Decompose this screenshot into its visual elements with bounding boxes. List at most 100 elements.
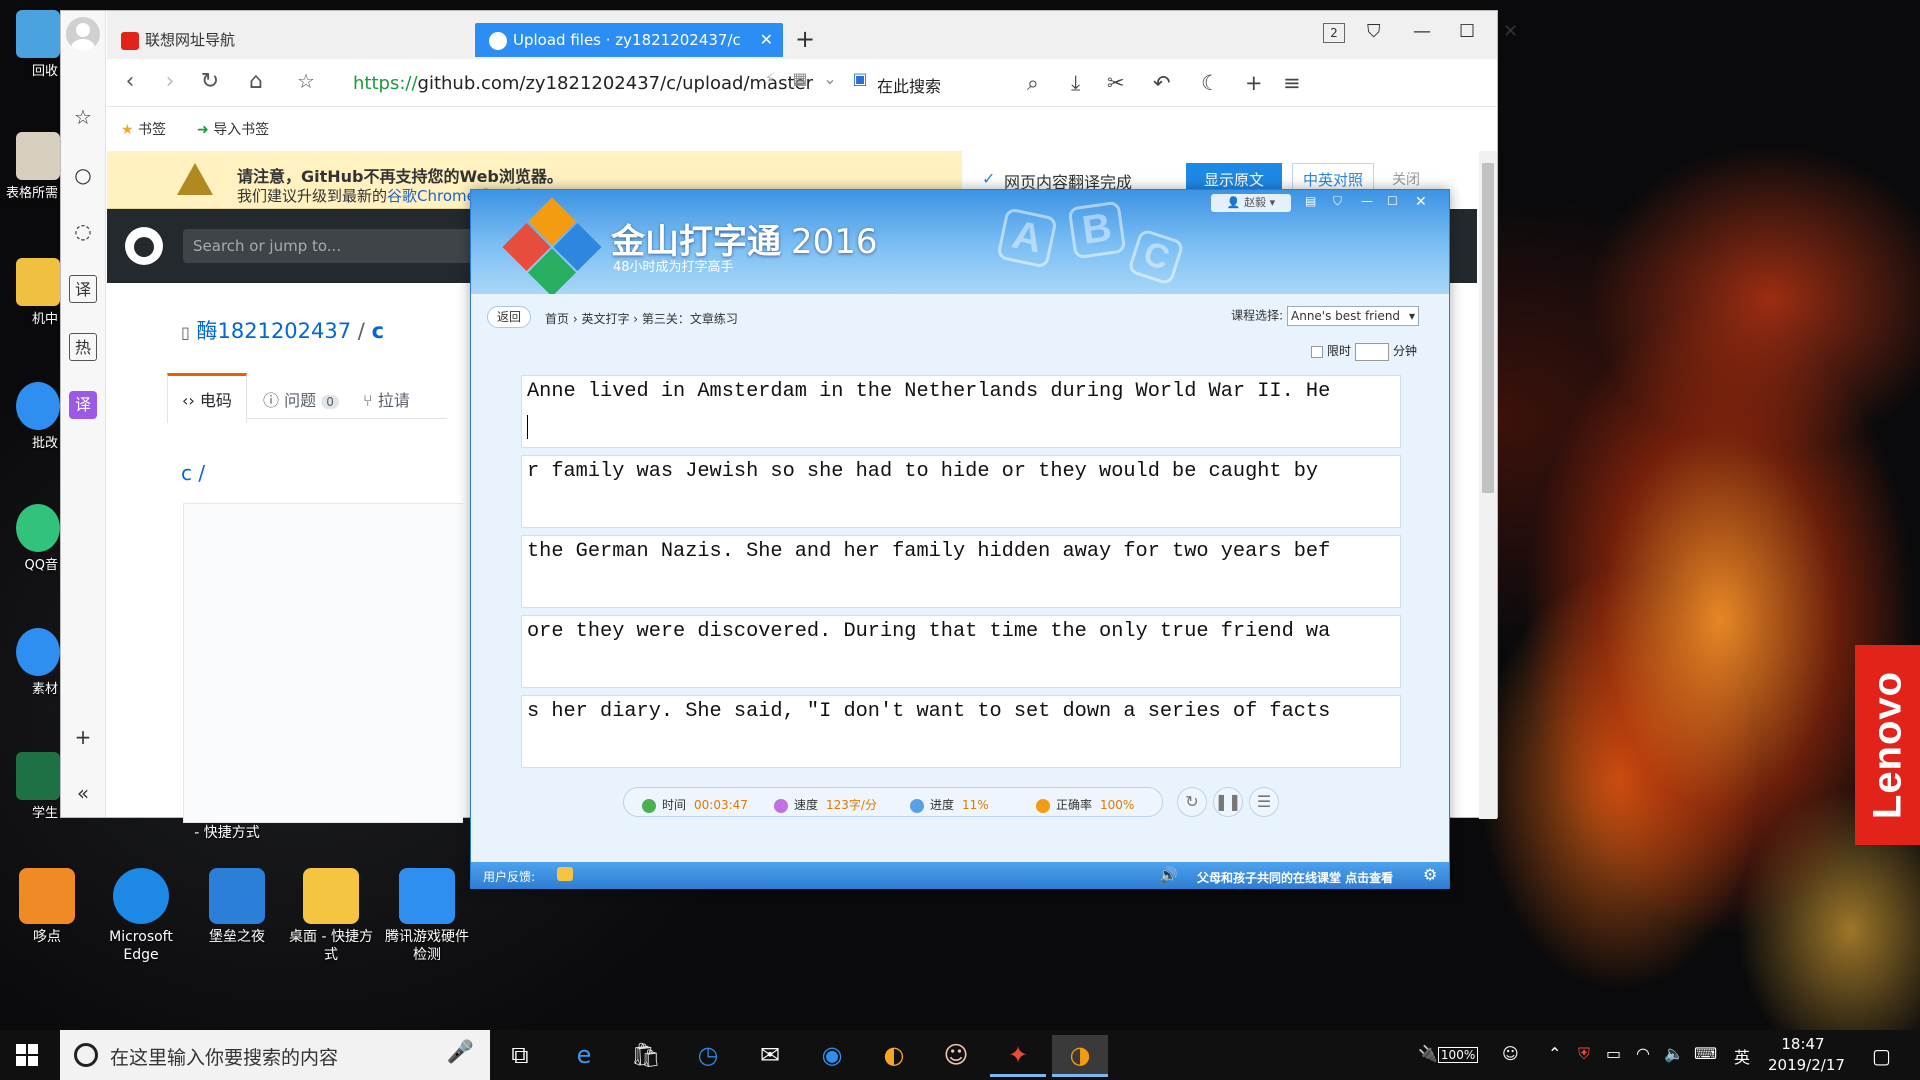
microphone-icon[interactable]: 🎤 xyxy=(447,1040,474,1065)
search-input[interactable]: 在此搜索 xyxy=(877,73,941,97)
security-icon[interactable]: ⛨ xyxy=(1578,1044,1590,1064)
typing-line[interactable]: s her diary. She said, "I don't want to … xyxy=(521,695,1401,768)
crumb-english[interactable]: 英文打字 xyxy=(581,312,629,326)
desktop-icon-excel[interactable]: 学生 xyxy=(0,752,60,821)
desktop-icon-duodian[interactable]: 哆点 xyxy=(4,868,90,946)
typing-app-taskbar-icon[interactable]: ✦ xyxy=(990,1035,1046,1077)
tab-count-badge[interactable]: 2 xyxy=(1323,23,1345,43)
file-path[interactable]: c / xyxy=(181,461,205,485)
close-translate-button[interactable]: 关闭 xyxy=(1392,169,1420,189)
search-engine-icon[interactable]: ▣ xyxy=(847,69,873,88)
bookmarks-button[interactable]: ★ 书签 xyxy=(121,119,166,139)
notification-icon[interactable]: ▢ xyxy=(1872,1044,1891,1068)
tab-code[interactable]: ‹› 电码 xyxy=(167,373,247,423)
close-tab-icon[interactable]: ✕ xyxy=(760,23,773,57)
plus-icon[interactable]: + xyxy=(69,723,97,751)
chat-icon[interactable]: ◌ xyxy=(69,217,97,245)
volume-icon[interactable]: 🔈 xyxy=(1664,1044,1684,1063)
refresh-icon[interactable]: ↻ xyxy=(197,69,223,94)
windows-start-icon[interactable] xyxy=(16,1044,38,1066)
hot-icon[interactable]: 热 xyxy=(69,333,97,361)
typing-line[interactable]: ore they were discovered. During that ti… xyxy=(521,615,1401,688)
battery-icon[interactable]: ▭ xyxy=(1606,1044,1621,1063)
clock-app-icon[interactable]: ◷ xyxy=(680,1035,736,1077)
desktop-icon-hardware-check[interactable]: 腾讯游戏硬件检测 xyxy=(384,868,470,964)
url-field[interactable]: https://github.com/zy1821202437/c/upload… xyxy=(353,73,813,94)
minimize-button[interactable]: — xyxy=(1413,21,1431,42)
bookmark-star-icon[interactable]: ☆ xyxy=(293,69,319,93)
avatar[interactable] xyxy=(66,17,100,51)
user-menu[interactable]: 👤 赵毅 ▾ xyxy=(1211,194,1291,212)
desktop-icon-fortnite[interactable]: 堡垒之夜 xyxy=(194,868,280,946)
upload-drop-zone[interactable] xyxy=(183,503,463,823)
maximize-button[interactable]: ☐ xyxy=(1459,21,1475,42)
desktop-icon-qqmusic[interactable]: QQ音 xyxy=(0,504,60,573)
edge-icon[interactable]: e xyxy=(556,1035,612,1077)
maximize-button[interactable]: ☐ xyxy=(1387,194,1398,212)
menu-icon[interactable]: ≡ xyxy=(1283,71,1301,95)
page-scrollbar[interactable] xyxy=(1479,151,1497,819)
desktop-icon-desktop-shortcut[interactable]: 桌面 - 快捷方式 xyxy=(288,868,374,964)
typing-line[interactable]: Anne lived in Amsterdam in the Netherlan… xyxy=(521,375,1401,448)
screenshot-icon[interactable]: ✂ xyxy=(1107,71,1125,95)
ime-indicator[interactable]: 英 xyxy=(1734,1044,1750,1068)
desktop-icon-recycle-bin[interactable]: 回收 xyxy=(0,10,60,79)
qr-icon[interactable]: ▦ xyxy=(787,69,813,88)
repo-name-link[interactable]: c xyxy=(372,319,384,343)
desktop-icon-edge[interactable]: Microsoft Edge xyxy=(98,868,184,964)
wifi-icon[interactable]: ◠ xyxy=(1636,1044,1650,1063)
store-icon[interactable]: 🛍 xyxy=(618,1035,674,1077)
night-mode-icon[interactable]: ☾ xyxy=(1201,71,1220,95)
course-select[interactable]: Anne's best friend xyxy=(1287,306,1419,326)
collapse-icon[interactable]: « xyxy=(69,779,97,807)
back-icon[interactable]: ‹ xyxy=(117,69,143,94)
back-button[interactable]: 返回 xyxy=(487,306,531,328)
promo-link[interactable]: 父母和孩子共同的在线课堂 点击查看 xyxy=(1197,869,1393,886)
translate-icon[interactable]: 译 xyxy=(69,275,97,303)
sound-icon[interactable]: 🔊 xyxy=(1159,866,1178,884)
close-window-button[interactable]: ✕ xyxy=(1503,21,1518,42)
report-button[interactable]: ☰ xyxy=(1249,787,1279,817)
tab-pull-requests[interactable]: ⑂ 拉请 xyxy=(363,387,410,411)
chevron-up-icon[interactable]: ⌃ xyxy=(1548,1044,1561,1063)
shirt-icon[interactable]: ⛉ xyxy=(1367,21,1381,42)
new-tab-button[interactable]: + xyxy=(795,25,815,53)
github-logo-icon[interactable] xyxy=(125,227,163,265)
import-bookmarks-button[interactable]: ➜ 导入书签 xyxy=(197,119,269,139)
avatar-app-icon[interactable]: ☺ xyxy=(928,1035,984,1077)
battery-indicator[interactable]: 🔌 100% xyxy=(1418,1044,1479,1063)
forward-icon[interactable]: › xyxy=(157,69,183,94)
typing-line[interactable]: r family was Jewish so she had to hide o… xyxy=(521,455,1401,528)
tab-issues[interactable]: ⓘ 问题 0 xyxy=(263,387,339,411)
repo-owner-link[interactable]: 酶1821202437 xyxy=(197,319,352,343)
download-icon[interactable]: ⤓ xyxy=(1071,71,1080,96)
people-icon[interactable]: ☺ xyxy=(1502,1044,1519,1063)
skin-icon[interactable]: ▤ xyxy=(1305,194,1316,212)
translate-app-icon[interactable]: 译 xyxy=(69,391,97,419)
typing-line[interactable]: the German Nazis. She and her family hid… xyxy=(521,535,1401,608)
taskbar-search[interactable]: 在这里输入你要搜索的内容 🎤 xyxy=(60,1030,490,1080)
feedback-icon[interactable] xyxy=(557,867,573,881)
browser-taskbar-icon[interactable]: ◑ xyxy=(1052,1035,1108,1077)
search-icon[interactable]: ⌕ xyxy=(1027,71,1039,96)
close-button[interactable]: ✕ xyxy=(1415,194,1427,212)
browser-icon[interactable]: ◐ xyxy=(866,1035,922,1077)
minimize-button[interactable]: — xyxy=(1361,194,1373,212)
undo-icon[interactable]: ↶ xyxy=(1153,71,1171,95)
add-icon[interactable]: + xyxy=(1245,71,1263,95)
flash-icon[interactable]: ⚡ xyxy=(757,69,783,88)
scrollbar-thumb[interactable] xyxy=(1482,163,1494,493)
minutes-input[interactable] xyxy=(1354,342,1389,361)
desktop-icon-material[interactable]: 素材 xyxy=(0,628,60,697)
desktop-icon-spreadsheet[interactable]: 表格所需 xyxy=(0,132,60,201)
star-icon[interactable]: ☆ xyxy=(69,103,97,131)
home-icon[interactable]: ⌂ xyxy=(243,69,269,94)
shirt-icon[interactable]: ⛉ xyxy=(1333,194,1342,212)
pause-button[interactable]: ❚❚ xyxy=(1213,787,1243,817)
github-search-input[interactable]: Search or jump to... xyxy=(183,229,483,263)
task-view-icon[interactable]: ⧉ xyxy=(492,1035,548,1077)
clock[interactable]: 18:47 2019/2/17 xyxy=(1768,1034,1845,1076)
desktop-icon-correct[interactable]: 批改 xyxy=(0,382,60,451)
search-icon[interactable]: ○ xyxy=(69,161,97,189)
restart-button[interactable]: ↻ xyxy=(1177,787,1207,817)
